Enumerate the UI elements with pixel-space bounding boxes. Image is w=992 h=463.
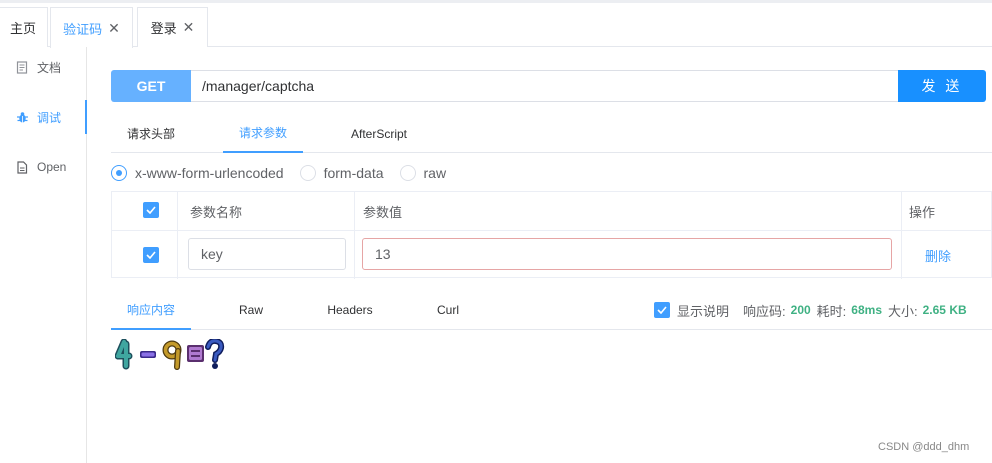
check-icon — [143, 247, 159, 263]
radio-dot — [299, 165, 316, 181]
tab-label: 主页 — [9, 21, 36, 36]
tab-response-content[interactable]: 响应内容 — [111, 290, 191, 330]
watermark: CSDN @ddd_dhm — [878, 441, 970, 453]
tab-bar: 主页 验证码 ✕ 登录 ✕ — [0, 3, 992, 48]
status-code-label: 响应码: — [743, 303, 786, 319]
radio-dot — [111, 165, 127, 181]
bug-icon — [15, 110, 29, 124]
sidebar-item-label: 调试 — [37, 110, 62, 125]
response-meta: 显示说明 响应码: 200 耗时: 68ms 大小: 2.65 KB — [654, 300, 967, 320]
check-icon — [143, 202, 159, 218]
sidebar: 文档 调试 Open — [0, 47, 87, 463]
tab-response-headers[interactable]: Headers — [311, 290, 389, 330]
tab-captcha[interactable]: 验证码 ✕ — [50, 7, 133, 48]
radio-raw[interactable]: raw — [399, 165, 447, 181]
tab-home[interactable]: 主页 — [0, 7, 48, 47]
url-input[interactable]: /manager/captcha — [191, 70, 899, 102]
send-button[interactable]: 发 送 — [898, 70, 986, 102]
select-all-checkbox[interactable] — [143, 202, 159, 218]
column-header-action: 操作 — [909, 205, 936, 220]
body-type-radio-group: x-www-form-urlencoded form-data raw — [111, 163, 462, 183]
sidebar-item-label: Open — [37, 160, 67, 174]
params-table: 参数名称 参数值 操作 key 13 删除 — [111, 191, 992, 279]
status-code-value: 200 — [790, 303, 811, 317]
close-icon[interactable]: ✕ — [108, 20, 120, 37]
sidebar-item-debug[interactable]: 调试 — [0, 100, 87, 134]
show-description-label[interactable]: 显示说明 — [677, 301, 729, 320]
column-header-name: 参数名称 — [190, 205, 243, 220]
sidebar-item-label: 文档 — [37, 60, 62, 75]
close-icon[interactable]: ✕ — [183, 19, 195, 36]
sidebar-item-open[interactable]: Open — [0, 150, 87, 184]
tab-request-headers[interactable]: 请求头部 — [111, 114, 191, 153]
tab-response-raw[interactable]: Raw — [223, 290, 279, 330]
radio-label: x-www-form-urlencoded — [135, 165, 284, 181]
tab-label: 验证码 — [63, 21, 103, 37]
delete-row-link[interactable]: 删除 — [925, 246, 951, 265]
file-icon — [15, 160, 29, 174]
elapsed-time-label: 耗时: — [816, 303, 847, 319]
radio-label: form-data — [323, 165, 384, 181]
tab-response-curl[interactable]: Curl — [423, 290, 473, 330]
radio-dot — [399, 165, 416, 181]
tab-label: 登录 — [150, 21, 177, 36]
tab-afterscript[interactable]: AfterScript — [339, 114, 419, 153]
captcha-image — [115, 339, 225, 370]
captcha-char-9 — [162, 340, 182, 370]
param-value-input[interactable]: 13 — [362, 238, 892, 270]
tab-request-params[interactable]: 请求参数 — [223, 114, 303, 153]
captcha-char-question — [205, 339, 225, 369]
radio-form-data[interactable]: form-data — [299, 165, 384, 181]
captcha-char-4 — [115, 339, 133, 370]
document-icon — [15, 60, 29, 74]
http-method-select[interactable]: GET — [111, 70, 191, 102]
size-label: 大小: — [888, 303, 918, 319]
sidebar-item-docs[interactable]: 文档 — [0, 50, 87, 84]
request-tabs: 请求头部 请求参数 AfterScript — [111, 114, 992, 153]
radio-label: raw — [423, 165, 447, 181]
param-name-input[interactable]: key — [188, 238, 346, 270]
captcha-char-minus — [140, 351, 156, 358]
column-header-value: 参数值 — [363, 205, 403, 220]
tab-login[interactable]: 登录 ✕ — [137, 7, 208, 47]
row-checkbox[interactable] — [143, 247, 159, 263]
elapsed-time-value: 68ms — [851, 303, 882, 317]
size-value: 2.65 KB — [922, 303, 967, 317]
radio-urlencoded[interactable]: x-www-form-urlencoded — [111, 165, 284, 181]
captcha-char-equals — [187, 345, 204, 362]
show-description-checkbox[interactable] — [654, 302, 670, 318]
